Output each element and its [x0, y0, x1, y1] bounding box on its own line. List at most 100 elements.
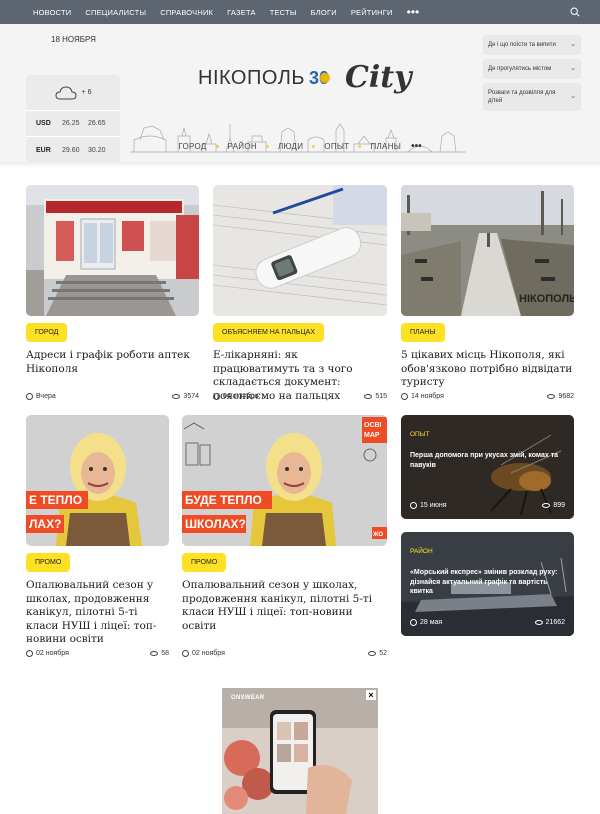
- views-count: 9682: [558, 393, 574, 400]
- article-date: 14 ноября: [401, 393, 444, 400]
- category-badge[interactable]: ПЛАНЫ: [401, 323, 445, 342]
- banner-text: Е ТЕПЛО: [29, 493, 82, 507]
- nav-specialists[interactable]: СПЕЦИАЛИСТЫ: [85, 8, 146, 17]
- eye-icon: [172, 394, 181, 399]
- category-menu: ГОРОД РАЙОН ЛЮДИ ОПЫТ ПЛАНЫ •••: [0, 141, 600, 152]
- article-title[interactable]: Опалювальний сезон у школах, продовження…: [182, 579, 386, 633]
- menu-more-button[interactable]: •••: [411, 141, 422, 152]
- views-count: 3574: [183, 393, 199, 400]
- chevron-down-icon: ⌄: [570, 41, 576, 48]
- search-icon[interactable]: [570, 7, 580, 17]
- menu-people[interactable]: ЛЮДИ: [278, 142, 303, 151]
- article-date: 02 ноября: [182, 650, 225, 657]
- article-image[interactable]: [26, 185, 199, 316]
- article-title[interactable]: 5 цікавих місць Нікополя, які обов'язков…: [401, 349, 573, 390]
- logo-anniversary: 30 ✺: [309, 68, 331, 89]
- logo-city: City: [344, 60, 412, 95]
- advertisement-banner[interactable]: ONSWEAR ×: [222, 688, 378, 814]
- nav-directory[interactable]: СПРАВОЧНИК: [160, 8, 213, 17]
- category-badge[interactable]: ОБЪЯСНЯЕМ НА ПАЛЬЦАХ: [213, 323, 325, 342]
- image-watermark: НІКОПОЛЬ: [519, 293, 574, 305]
- featured-article-card[interactable]: ОПЫТ Перша допомога при укусах змій, ком…: [401, 415, 574, 519]
- eye-icon: [368, 651, 377, 656]
- category-badge[interactable]: ПРОМО: [182, 553, 227, 572]
- menu-city[interactable]: ГОРОД: [178, 142, 206, 151]
- clock-icon: [410, 502, 417, 509]
- nav-blogs[interactable]: БЛОГИ: [311, 8, 337, 17]
- eye-icon: [547, 394, 556, 399]
- dropdown-label: Де прогулятись містом: [488, 66, 552, 72]
- dropdown-eat-drink[interactable]: Де і що поїсти та випити ⌄: [483, 35, 581, 55]
- menu-district[interactable]: РАЙОН: [228, 142, 257, 151]
- clock-icon: [26, 393, 33, 400]
- date-text: 02 ноября: [192, 650, 225, 657]
- cloud-icon: [55, 85, 77, 99]
- eye-icon: [150, 651, 159, 656]
- date-text: 14 ноября: [411, 393, 444, 400]
- site-logo[interactable]: НІКОПОЛЬ 30 ✺ City: [198, 60, 412, 95]
- temperature: + 6: [81, 89, 92, 96]
- clock-icon: [182, 650, 189, 657]
- article-views: 52: [368, 650, 387, 657]
- eye-icon: [542, 503, 551, 508]
- top-navigation: НОВОСТИ СПЕЦИАЛИСТЫ СПРАВОЧНИК ГАЗЕТА ТЕ…: [0, 0, 600, 24]
- nav-tests[interactable]: ТЕСТЫ: [270, 8, 297, 17]
- dropdown-label: Де і що поїсти та випити: [488, 42, 556, 48]
- banner-text: ШКОЛАХ?: [185, 517, 246, 531]
- clock-icon: [410, 619, 417, 626]
- date-text: 02 ноября: [36, 650, 69, 657]
- menu-experience[interactable]: ОПЫТ: [324, 142, 349, 151]
- date-text: 28 мая: [420, 619, 443, 626]
- views-count: 52: [379, 650, 387, 657]
- rate-buy: 26.25: [62, 120, 80, 127]
- category-badge[interactable]: ГОРОД: [26, 323, 68, 342]
- dropdown-kids[interactable]: Розваги та дозвілля для дітей ⌄: [483, 83, 581, 111]
- eye-icon: [534, 620, 543, 625]
- article-image[interactable]: БУДЕ ТЕПЛО ШКОЛАХ? ОСВІ МАР ЖО: [182, 415, 387, 546]
- nav-news[interactable]: НОВОСТИ: [33, 8, 71, 17]
- article-views: 9682: [547, 393, 574, 400]
- nav-more-button[interactable]: •••: [407, 6, 420, 18]
- article-title[interactable]: Опалювальний сезон у школах, продовження…: [26, 579, 169, 647]
- article-date: 28 мая: [410, 619, 442, 626]
- article-views: 3574: [172, 393, 199, 400]
- article-date: 02 ноября: [26, 650, 69, 657]
- article-image[interactable]: [213, 185, 387, 316]
- featured-article-card[interactable]: РАЙОН «Морський експрес» змінив розклад …: [401, 532, 574, 636]
- category-label[interactable]: ОПЫТ: [410, 431, 429, 438]
- chevron-down-icon: ⌄: [570, 93, 576, 100]
- menu-separator: [312, 145, 316, 148]
- weather-block: + 6: [26, 75, 120, 111]
- menu-separator: [358, 145, 362, 148]
- article-image[interactable]: НІКОПОЛЬ: [401, 185, 574, 316]
- views-count: 58: [161, 650, 169, 657]
- date-text: 04 октября: [223, 393, 259, 400]
- article-title[interactable]: Перша допомога при укусах змій, комах та…: [410, 451, 564, 470]
- article-title[interactable]: «Морський експрес» змінив розклад руху: …: [410, 568, 564, 597]
- clock-icon: [26, 650, 33, 657]
- rate-usd: USD 26.25 26.65: [26, 111, 120, 137]
- logo-name: НІКОПОЛЬ: [198, 67, 305, 89]
- article-title[interactable]: Адреси і графік роботи аптек Нікополя: [26, 349, 196, 376]
- article-image[interactable]: Е ТЕПЛО ЛАХ?: [26, 415, 169, 546]
- views-count: 515: [375, 393, 387, 400]
- currency-code: USD: [36, 120, 51, 127]
- article-views: 58: [150, 650, 169, 657]
- article-date: 15 июня: [410, 502, 447, 509]
- menu-separator: [215, 145, 219, 148]
- rate-sell: 26.65: [88, 120, 106, 127]
- side-banner-text: МАР: [364, 432, 380, 439]
- views-count: 21662: [545, 619, 565, 626]
- side-banner-text: ОСВІ: [364, 422, 382, 429]
- nav-newspaper[interactable]: ГАЗЕТА: [227, 8, 256, 17]
- category-badge[interactable]: ПРОМО: [26, 553, 71, 572]
- close-icon[interactable]: ×: [366, 690, 376, 700]
- category-label[interactable]: РАЙОН: [410, 548, 433, 555]
- dropdown-walks[interactable]: Де прогулятись містом ⌄: [483, 59, 581, 79]
- nav-ratings[interactable]: РЕЙТИНГИ: [351, 8, 393, 17]
- date-text: Вчера: [36, 393, 56, 400]
- menu-plans[interactable]: ПЛАНЫ: [370, 142, 401, 151]
- chevron-down-icon: ⌄: [570, 65, 576, 72]
- article-date: 04 октября: [213, 393, 258, 400]
- clock-icon: [401, 393, 408, 400]
